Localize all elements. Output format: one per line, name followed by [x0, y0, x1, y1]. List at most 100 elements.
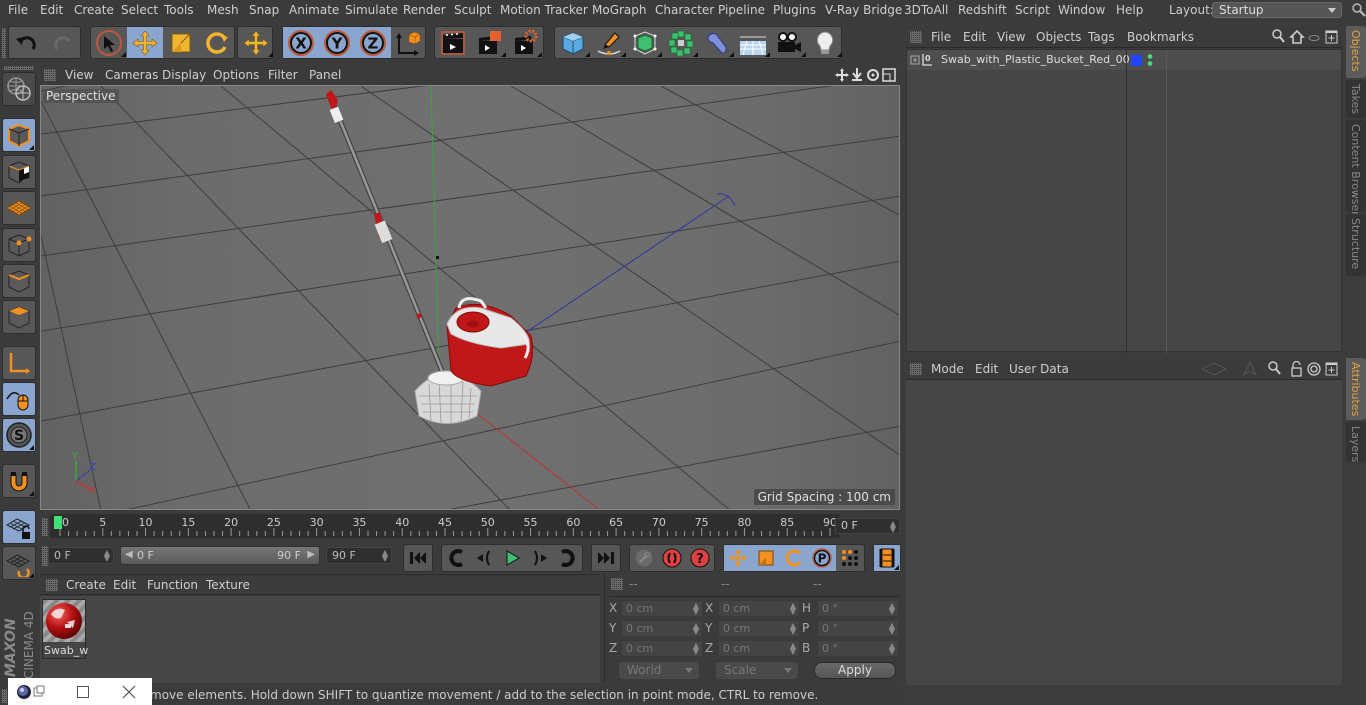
polygon-mode-button[interactable] [2, 300, 36, 334]
camera-label[interactable]: Perspective [43, 89, 119, 103]
objects-menu-view[interactable]: View [997, 30, 1025, 44]
expand-icon[interactable] [910, 55, 920, 65]
range-left-arrow-icon[interactable]: ◀ [125, 549, 133, 560]
menu-edit[interactable]: Edit [40, 3, 63, 17]
cloner-button[interactable] [663, 27, 699, 58]
size-y-field[interactable]: 0 cm ▲ ▼ [718, 620, 800, 637]
3d-viewport[interactable]: Y Z X Perspective Grid Spacing : 100 cm [40, 85, 900, 510]
spinner-icon[interactable]: ▲ ▼ [790, 642, 796, 656]
attribute-manager-grip[interactable] [910, 363, 922, 375]
range-right-arrow-icon[interactable]: ▶ [307, 549, 315, 560]
material-item[interactable]: Swab_w [42, 599, 88, 659]
key-rotation-button[interactable] [780, 545, 808, 571]
apply-button[interactable]: Apply [814, 662, 896, 679]
search-icon[interactable] [1272, 29, 1285, 43]
pan-icon[interactable] [835, 68, 849, 82]
z-axis-button[interactable]: Z [355, 27, 391, 58]
make-editable-button[interactable] [2, 72, 36, 106]
material-menu-function[interactable]: Function [147, 578, 198, 592]
next-key-button[interactable] [554, 545, 582, 571]
menu-character[interactable]: Character [655, 3, 714, 17]
floor-button[interactable] [735, 27, 771, 58]
x-axis-button[interactable]: X [283, 27, 319, 58]
solo-button[interactable]: S [2, 418, 36, 452]
coordinate-grip[interactable] [611, 578, 623, 590]
locked-workplane-button[interactable] [2, 510, 36, 544]
spinner-icon[interactable]: ▲ ▼ [790, 602, 796, 616]
viewport-menu-cameras[interactable]: Cameras [105, 68, 158, 82]
maximize-icon[interactable] [76, 685, 90, 699]
status-grip[interactable] [2, 689, 7, 703]
menu-select[interactable]: Select [121, 3, 158, 17]
spinner-icon[interactable]: ▲ ▼ [889, 642, 895, 656]
layer-filter-icon[interactable] [1308, 35, 1320, 41]
bend-deformer-button[interactable] [699, 27, 735, 58]
size-z-field[interactable]: 0 cm ▲ ▼ [718, 640, 800, 657]
prev-key-button[interactable] [442, 545, 470, 571]
timeline-window-button[interactable] [874, 545, 900, 571]
goto-start-button[interactable] [404, 545, 432, 571]
recent-move-button[interactable] [238, 27, 274, 58]
pos-z-field[interactable]: 0 cm ▲ ▼ [621, 640, 703, 657]
up-arrow-icon[interactable] [1242, 361, 1258, 377]
menu-sculpt[interactable]: Sculpt [454, 3, 491, 17]
play-button[interactable] [498, 545, 526, 571]
new-window-icon[interactable] [1325, 30, 1338, 44]
menu-mesh[interactable]: Mesh [207, 3, 239, 17]
end-frame-field[interactable]: 90 F ▲ ▼ [326, 547, 392, 564]
timeline-grip[interactable] [42, 518, 48, 536]
objects-menu-objects[interactable]: Objects [1036, 30, 1081, 44]
spinner-icon[interactable]: ▲ ▼ [890, 520, 896, 534]
menu-simulate[interactable]: Simulate [345, 3, 398, 17]
search-icon[interactable] [1352, 3, 1366, 17]
spinner-icon[interactable]: ▲ ▼ [889, 602, 895, 616]
render-settings-button[interactable] [507, 27, 543, 58]
objects-menu-tags[interactable]: Tags [1088, 30, 1115, 44]
timeline-ruler[interactable]: 0 5 10 15 20 25 30 35 40 45 50 55 60 65 70 75 80 85 90 [50, 514, 840, 538]
rot-b-field[interactable]: 0 ° ▲ ▼ [817, 640, 899, 657]
material-menu-create[interactable]: Create [66, 578, 106, 592]
menu-snap[interactable]: Snap [249, 3, 279, 17]
menu-tools[interactable]: Tools [164, 3, 194, 17]
layer-color-swatch[interactable] [1131, 55, 1142, 66]
objects-menu-file[interactable]: File [931, 30, 951, 44]
menu-plugins[interactable]: Plugins [773, 3, 816, 17]
menu-script[interactable]: Script [1015, 3, 1050, 17]
spinner-icon[interactable]: ▲ ▼ [693, 602, 699, 616]
search-icon[interactable] [1268, 361, 1281, 375]
motion-record-button[interactable] [630, 545, 658, 571]
left-toolbar-grip[interactable] [4, 66, 34, 70]
texture-mode-button[interactable] [2, 155, 36, 189]
viewport-menu-options[interactable]: Options [213, 68, 259, 82]
next-frame-button[interactable] [526, 545, 554, 571]
layout-select[interactable]: Startup [1212, 2, 1342, 18]
spinner-icon[interactable]: ▲ ▼ [790, 622, 796, 636]
spinner-icon[interactable]: ▲ ▼ [693, 622, 699, 636]
rotate-tool-button[interactable] [199, 27, 235, 58]
snap-button[interactable] [2, 464, 36, 498]
render-view-button[interactable] [435, 27, 471, 58]
goto-end-button[interactable] [592, 545, 620, 571]
subdivision-surface-button[interactable] [627, 27, 663, 58]
tab-takes[interactable]: Takes [1346, 80, 1366, 118]
menu-vray-bridge[interactable]: V-Ray Bridge [825, 3, 902, 17]
object-name[interactable]: Swab_with_Plastic_Bucket_Red_001 [941, 53, 1137, 66]
coordinate-system-button[interactable] [391, 27, 427, 58]
key-parameter-button[interactable]: P [808, 545, 836, 571]
spinner-icon[interactable]: ▲ ▼ [104, 549, 110, 563]
light-button[interactable] [807, 27, 843, 58]
objects-menu-edit[interactable]: Edit [963, 30, 986, 44]
lock-icon[interactable] [1291, 361, 1302, 377]
close-icon[interactable] [122, 685, 136, 699]
rot-h-field[interactable]: 0 ° ▲ ▼ [817, 600, 899, 617]
menu-render[interactable]: Render [403, 3, 446, 17]
camera-button[interactable] [771, 27, 807, 58]
key-position-button[interactable] [724, 545, 752, 571]
record-keys-button[interactable] [658, 545, 686, 571]
menu-help[interactable]: Help [1116, 3, 1143, 17]
viewport-menu-filter[interactable]: Filter [268, 68, 298, 82]
tab-content-browser[interactable]: Content Browser [1346, 120, 1366, 216]
tab-layers[interactable]: Layers [1346, 422, 1366, 462]
material-menu-texture[interactable]: Texture [206, 578, 250, 592]
prev-frame-button[interactable] [470, 545, 498, 571]
